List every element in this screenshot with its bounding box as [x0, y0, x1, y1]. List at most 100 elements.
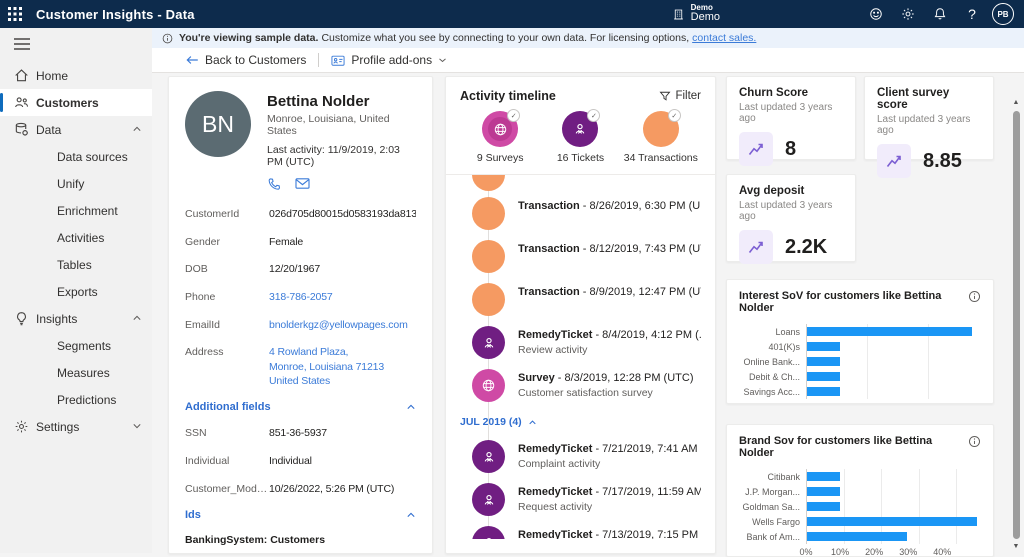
back-to-customers-button[interactable]: Back to Customers: [178, 48, 314, 72]
ids-header[interactable]: Ids: [185, 509, 416, 521]
hamburger-menu-icon[interactable]: [0, 28, 152, 62]
activity-chip-transaction[interactable]: ✓34 Transactions: [621, 111, 701, 164]
back-to-customers-label: Back to Customers: [205, 53, 306, 67]
scrollbar-thumb[interactable]: [1013, 111, 1020, 539]
sidebar-item-label: Settings: [36, 420, 79, 434]
timeline-item[interactable]: Survey - 8/3/2019, 12:28 PM (UTC)Custome…: [460, 365, 701, 408]
bar[interactable]: [807, 327, 972, 336]
activity-chip-survey[interactable]: ✓9 Surveys: [460, 111, 540, 164]
timeline-item[interactable]: Transaction - 8/12/2019, 7:43 PM (UTC): [460, 236, 701, 279]
measure-card-avg-deposit: Avg depositLast updated 3 years ago2.2K: [726, 174, 856, 262]
field-value[interactable]: 318-786-2057: [269, 290, 416, 304]
feedback-smiley-icon[interactable]: [860, 0, 892, 28]
category-label: Goldman Sa...: [739, 502, 806, 512]
field-label: SSN: [185, 426, 269, 440]
bar[interactable]: [807, 342, 840, 351]
email-icon[interactable]: [295, 177, 310, 191]
sidebar-item-insights[interactable]: Insights: [0, 305, 152, 332]
chevron-up-icon: [132, 314, 142, 322]
chevron-down-icon: [132, 422, 142, 430]
field-value[interactable]: bnolderkgz@yellowpages.com: [269, 318, 416, 332]
timeline-item-title: Transaction - 8/12/2019, 7:43 PM (UTC): [518, 243, 701, 255]
profile-field-row: Customer_Modified...10/26/2022, 5:26 PM …: [185, 482, 416, 496]
transaction-activity-icon: [472, 283, 505, 316]
notifications-bell-icon[interactable]: [924, 0, 956, 28]
bar[interactable]: [807, 487, 840, 496]
activity-chip-ticket[interactable]: ✓16 Tickets: [540, 111, 620, 164]
sidebar-item-customers[interactable]: Customers: [0, 89, 152, 116]
sidebar-item-data[interactable]: Data: [0, 116, 152, 143]
info-icon[interactable]: [968, 290, 981, 303]
app-title: Customer Insights - Data: [36, 7, 195, 22]
back-arrow-icon: [186, 54, 199, 66]
customer-location: Monroe, Louisiana, United States: [267, 113, 416, 137]
lightbulb-icon: [14, 311, 29, 326]
measure-card-client-survey-score: Client survey scoreLast updated 3 years …: [864, 76, 994, 160]
sidebar-item-exports[interactable]: Exports: [0, 278, 152, 305]
sidebar-item-data-sources[interactable]: Data sources: [0, 143, 152, 170]
profile-field-row: Address4 Rowland Plaza,Monroe, Louisiana…: [185, 345, 416, 388]
user-avatar[interactable]: PB: [992, 3, 1014, 25]
vertical-scrollbar[interactable]: ▲ ▼: [1009, 97, 1023, 553]
timeline-item[interactable]: RemedyTicket - 7/21/2019, 7:41 AM ... Com…: [460, 436, 701, 479]
help-icon[interactable]: ?: [956, 0, 988, 28]
profile-addons-button[interactable]: Profile add-ons: [323, 48, 455, 72]
bar[interactable]: [807, 387, 840, 396]
x-axis: 0%10%20%30%40%: [806, 544, 981, 557]
info-icon[interactable]: [968, 435, 981, 448]
sidebar-item-measures[interactable]: Measures: [0, 359, 152, 386]
person-icon: [573, 122, 587, 136]
bar[interactable]: [807, 372, 840, 381]
measure-title: Churn Score: [739, 87, 843, 99]
additional-fields-header[interactable]: Additional fields: [185, 401, 416, 413]
bar[interactable]: [807, 357, 840, 366]
settings-gear-icon[interactable]: [892, 0, 924, 28]
field-value: 12/20/1967: [269, 262, 416, 276]
bar-row: 401(K)s: [739, 339, 981, 354]
bar[interactable]: [807, 517, 977, 526]
field-value[interactable]: 4 Rowland Plaza,Monroe, Louisiana 71213U…: [269, 345, 416, 388]
profile-field-row: DOB12/20/1967: [185, 262, 416, 276]
timeline-item-title: Survey - 8/3/2019, 12:28 PM (UTC): [518, 372, 701, 384]
sidebar-item-predictions[interactable]: Predictions: [0, 386, 152, 413]
waffle-menu-icon[interactable]: [0, 0, 30, 28]
contact-sales-link[interactable]: contact sales.: [692, 32, 756, 44]
sidebar-item-enrichment[interactable]: Enrichment: [0, 197, 152, 224]
sidebar-item-tables[interactable]: Tables: [0, 251, 152, 278]
sidebar-item-segments[interactable]: Segments: [0, 332, 152, 359]
timeline-group-header[interactable]: JUL 2019 (4): [460, 408, 701, 436]
timeline-item[interactable]: RemedyTicket - 7/17/2019, 11:59 AM...Req…: [460, 479, 701, 522]
phone-icon[interactable]: [267, 177, 281, 191]
timeline-item[interactable]: Transaction - 8/9/2019, 12:47 PM (UTC): [460, 279, 701, 322]
bar[interactable]: [807, 502, 840, 511]
timeline-item-subtitle: Complaint activity: [518, 458, 701, 470]
filter-button[interactable]: Filter: [659, 90, 701, 102]
banner-bold-text: You're viewing sample data.: [179, 32, 318, 44]
timeline-item[interactable]: Transaction - 8/26/2019, 6:30 PM (U...: [460, 193, 701, 236]
measure-title: Avg deposit: [739, 185, 843, 197]
x-tick-label: 0%: [799, 402, 812, 404]
ticket-activity-icon: [472, 326, 505, 359]
bar-row: Goldman Sa...: [739, 499, 981, 514]
sidebar-item-label: Measures: [57, 366, 110, 380]
sidebar-item-unify[interactable]: Unify: [0, 170, 152, 197]
scroll-up-arrow[interactable]: ▲: [1013, 97, 1020, 109]
timeline-item-title: RemedyTicket - 7/21/2019, 7:41 AM ...: [518, 443, 701, 455]
chip-label: 34 Transactions: [624, 152, 698, 164]
measure-title: Client survey score: [877, 87, 981, 111]
timeline-list: Transaction - 8/26/2019, 6:30 PM (U... Tr…: [460, 175, 701, 539]
sidebar-item-home[interactable]: Home: [0, 62, 152, 89]
timeline-item[interactable]: RemedyTicket - 7/13/2019, 7:15 PM (...Co…: [460, 522, 701, 539]
sidebar-item-label: Data: [36, 123, 61, 137]
bar[interactable]: [807, 472, 840, 481]
command-bar: Back to Customers Profile add-ons: [152, 48, 1024, 73]
profile-card: BN Bettina Nolder Monroe, Louisiana, Uni…: [168, 76, 433, 554]
bar[interactable]: [807, 532, 907, 541]
group-label: JUL 2019 (4): [460, 416, 522, 428]
sidebar-item-activities[interactable]: Activities: [0, 224, 152, 251]
scroll-down-arrow[interactable]: ▼: [1013, 541, 1020, 553]
timeline-item[interactable]: RemedyTicket - 8/4/2019, 4:12 PM (...Rev…: [460, 322, 701, 365]
sidebar-item-settings[interactable]: Settings: [0, 413, 152, 440]
environment-picker[interactable]: Demo Demo: [662, 4, 730, 24]
activity-timeline-card: Activity timeline Filter ✓9 Surveys✓16 T…: [445, 76, 716, 554]
